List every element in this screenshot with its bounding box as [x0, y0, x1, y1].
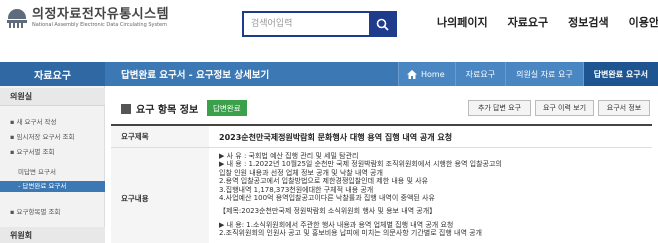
logo-title: 의정자료전자유통시스템 — [32, 7, 170, 22]
sidebar-item-by-item[interactable]: ▪ 요구항목별 조회 — [0, 206, 105, 216]
request-history-button[interactable]: 요구 이력 보기 — [535, 100, 594, 116]
search-button[interactable] — [369, 13, 395, 35]
breadcrumb-data-request[interactable]: 자료요구 — [454, 62, 506, 86]
gnb-data-request[interactable]: 자료요구 — [508, 14, 548, 30]
content-line: 3.집행내역 1,178,373천원에대한 구체적 내용 공개 — [219, 185, 374, 194]
logo-subtitle: National Assembly Electronic Data Circul… — [32, 22, 167, 28]
main-content: 요구 항목 정보 답변완료 추가 답변 요구 요구 이력 보기 요구서 정보 요… — [111, 94, 652, 243]
sidebar-subitem-unanswered[interactable]: 미답변 요구서 — [0, 166, 105, 176]
breadcrumb-home-label: Home — [421, 69, 445, 79]
breadcrumb-member-office-request[interactable]: 의원실 자료 요구 — [505, 62, 583, 86]
sidebar-title: 자료요구 — [0, 62, 105, 86]
sidebar-item-label: 요구항목별 조회 — [16, 208, 61, 216]
gnb-my-page[interactable]: 나의페이지 — [437, 14, 488, 30]
sidebar-item-label: 새 요구서 작성 — [16, 118, 57, 126]
content-line: ▶ 내 용 : 1.2022년 10월25일 순천만 국제 정원박람회 조직위원… — [219, 160, 502, 169]
page-title: 답변완료 요구서 - 요구정보 상세보기 — [121, 70, 270, 81]
search-box — [242, 11, 397, 37]
status-badge: 답변완료 — [207, 100, 247, 116]
breadcrumb-answered-requests[interactable]: 답변완료 요구서 — [582, 62, 658, 86]
site-logo[interactable]: 의정자료전자유통시스템 National Assembly Electronic… — [6, 7, 169, 29]
gnb-info-search[interactable]: 정보검색 — [568, 14, 608, 30]
additional-answer-request-button[interactable]: 추가 답변 요구 — [468, 100, 531, 116]
sidebar-subitem-label: 답변완료 요구서 — [22, 182, 67, 190]
sidebar: 의원실 ▪ 새 요구서 작성 ▪ 임시저장 요구서 조회 ▪ 요구서별 조회 미… — [0, 86, 105, 243]
site-header: 의정자료전자유통시스템 National Assembly Electronic… — [0, 0, 658, 56]
sidebar-item-label: 요구서별 조회 — [16, 148, 55, 156]
sub-nav-bar: 자료요구 답변완료 요구서 - 요구정보 상세보기 Home 자료요구 의원실 … — [0, 62, 658, 86]
sidebar-section-member-office[interactable]: 의원실 — [0, 88, 105, 106]
request-content-label: 요구내용 — [111, 148, 209, 243]
gnb-usage-guide[interactable]: 이용안내 — [629, 14, 658, 30]
content-line: 2.용역 입찰공고에서 입찰방법으로 제한경쟁입찰인데 제한 내용 및 사유 — [219, 177, 429, 186]
home-icon — [407, 69, 417, 79]
content-line: ▶ 사 유 : 국회법 예산 집행 관리 및 세밀 탐관리 — [219, 152, 359, 160]
content-line: 4.사업예산 100억 용역입찰공고이다른 낙찰률과 집행 내역이 중액된 사유 — [219, 194, 435, 203]
request-content-text: ▶ 사 유 : 국회법 예산 집행 관리 및 세밀 탐관리 ▶ 내 용 : 1.… — [219, 152, 649, 238]
content-line: 2.조직위원회의 인원사 공고 및 홍보비용 납피에 미치는 의문사항 기간별로… — [219, 229, 482, 238]
section-title: 요구 항목 정보 — [136, 105, 199, 116]
sidebar-item-label: 임시저장 요구서 조회 — [16, 133, 75, 141]
breadcrumb: Home 자료요구 의원실 자료 요구 답변완료 요구서 — [398, 62, 658, 86]
search-icon — [376, 18, 389, 31]
section-bullet-icon — [121, 104, 131, 114]
sidebar-item-temp-saved[interactable]: ▪ 임시저장 요구서 조회 — [0, 131, 105, 141]
content-line: 입찰 인원 내용과 선정 업체 정보 공개 및 낙찰 내역 공개 — [219, 168, 383, 177]
sidebar-section-committee[interactable]: 위원회 — [0, 227, 105, 243]
table-row-content: 요구내용 ▶ 사 유 : 국회법 예산 집행 관리 및 세밀 탐관리 ▶ 내 용… — [111, 148, 652, 243]
search-input[interactable] — [244, 13, 371, 35]
sidebar-subitem-answered[interactable]: - 답변완료 요구서 — [0, 181, 105, 192]
request-title-label: 요구제목 — [111, 126, 209, 147]
request-detail-table: 요구제목 2023순천만국제정원박람회 문화행사 대행 용역 집행 내역 공개 … — [111, 124, 652, 243]
breadcrumb-home[interactable]: Home — [398, 62, 455, 86]
national-assembly-icon — [6, 7, 28, 29]
content-line: 【제목:2023순천만국제 정원박람회 소식위원회 행사 및 용보 내역 공개】 — [219, 207, 437, 216]
request-title-value: 2023순천만국제정원박람회 문화행사 대행 용역 집행 내역 공개 요청 — [219, 133, 453, 142]
request-info-button[interactable]: 요구서 정보 — [598, 100, 650, 116]
sidebar-item-by-request[interactable]: ▪ 요구서별 조회 — [0, 146, 105, 156]
content-line: ▶ 내 용: 1.소식위원회에서 주관한 행사 내용과 용역 업체별 집행 내역… — [219, 220, 454, 229]
sidebar-item-new-request[interactable]: ▪ 새 요구서 작성 — [0, 116, 105, 126]
sidebar-subitem-label: 미답변 요구서 — [18, 168, 56, 176]
global-nav: 나의페이지 자료요구 정보검색 이용안내 — [437, 14, 658, 30]
table-row-title: 요구제목 2023순천만국제정원박람회 문화행사 대행 용역 집행 내역 공개 … — [111, 126, 652, 148]
